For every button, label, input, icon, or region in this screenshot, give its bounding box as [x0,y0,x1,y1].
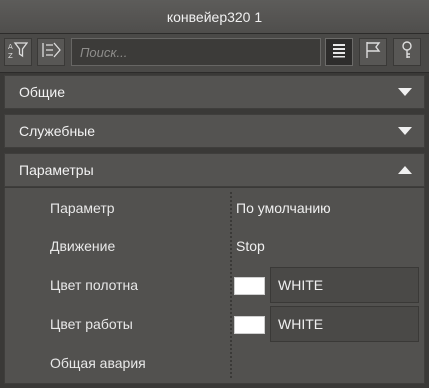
color-value: WHITE [278,277,324,293]
flag-button[interactable] [359,38,387,66]
key-button[interactable] [393,38,421,66]
section-service[interactable]: Служебные [4,114,425,148]
list-view-icon [331,42,347,63]
list-view-button[interactable] [325,38,353,66]
section-label: Общие [19,84,66,100]
color-swatch[interactable] [234,316,265,334]
filter-icon [41,41,61,64]
color-value: WHITE [278,316,324,332]
chevron-down-icon [398,88,412,96]
color-field[interactable]: WHITE [270,306,419,342]
column-divider[interactable] [230,192,232,378]
param-label: Цвет полотна [50,277,139,293]
key-icon [399,40,415,64]
section-label: Служебные [19,123,96,139]
color-field[interactable]: WHITE [270,267,419,303]
color-swatch[interactable] [234,277,265,295]
param-label: Движение [50,238,116,254]
param-label: Цвет работы [50,316,133,332]
toolbar: A Z [0,34,429,73]
window-title-bar: конвейер320 1 [0,0,429,34]
chevron-up-icon [398,166,412,174]
filter-button[interactable] [37,38,65,66]
parameters-panel: Параметр По умолчанию Движение Stop Цвет… [4,188,425,384]
chevron-down-icon [398,127,412,135]
section-general[interactable]: Общие [4,75,425,109]
section-parameters[interactable]: Параметры [4,153,425,187]
flag-icon [364,41,382,64]
window-title: конвейер320 1 [166,8,263,25]
sort-filter-icon: A Z [8,41,29,64]
section-label: Параметры [19,162,94,178]
param-label: Общая авария [50,355,146,371]
svg-text:A: A [8,43,13,51]
sort-filter-button[interactable]: A Z [4,38,32,66]
param-value[interactable]: Stop [236,236,265,256]
search-input[interactable] [71,38,321,66]
param-label: Параметр [50,200,115,216]
svg-text:Z: Z [8,52,13,59]
param-value: По умолчанию [236,200,331,216]
